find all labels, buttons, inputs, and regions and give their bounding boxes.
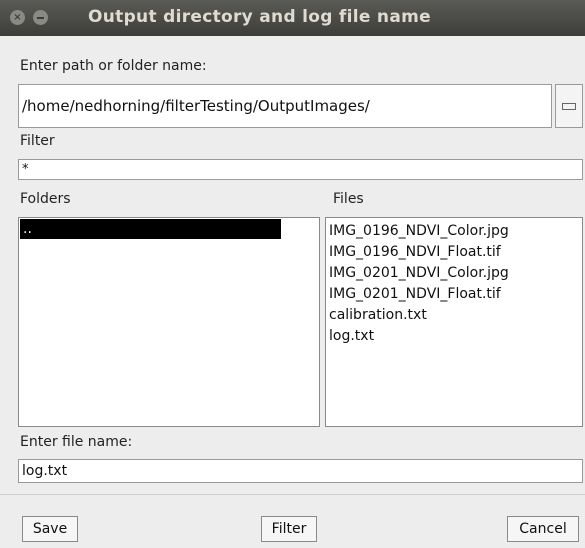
file-item[interactable]: IMG_0196_NDVI_Color.jpg [326, 221, 582, 242]
folders-label: Folders [20, 191, 71, 207]
close-icon[interactable]: × [10, 10, 25, 25]
file-item[interactable]: log.txt [326, 326, 582, 347]
divider [0, 494, 585, 495]
minimize-icon[interactable] [33, 10, 48, 25]
folder-item-parent[interactable]: .. [20, 219, 281, 239]
close-glyph: × [13, 11, 22, 23]
browse-icon [562, 102, 576, 110]
window-title: Output directory and log file name [88, 7, 431, 27]
title-bar: × Output directory and log file name [0, 0, 585, 36]
path-input[interactable]: /home/nedhorning/filterTesting/OutputIma… [18, 84, 552, 128]
filter-label: Filter [20, 133, 55, 149]
filter-button[interactable]: Filter [261, 516, 317, 542]
save-button[interactable]: Save [22, 516, 78, 542]
filter-input[interactable]: * [18, 159, 583, 180]
files-list[interactable]: IMG_0196_NDVI_Color.jpg IMG_0196_NDVI_Fl… [325, 217, 583, 427]
filename-input[interactable]: log.txt [18, 459, 583, 483]
file-item[interactable]: IMG_0201_NDVI_Color.jpg [326, 263, 582, 284]
folders-list[interactable]: .. [18, 217, 320, 427]
file-item[interactable]: IMG_0196_NDVI_Float.tif [326, 242, 582, 263]
filename-label: Enter file name: [20, 434, 133, 450]
files-label: Files [333, 191, 364, 207]
file-item[interactable]: IMG_0201_NDVI_Float.tif [326, 284, 582, 305]
cancel-button[interactable]: Cancel [507, 516, 579, 542]
browse-button[interactable] [555, 84, 583, 128]
path-label: Enter path or folder name: [20, 58, 207, 74]
file-item[interactable]: calibration.txt [326, 305, 582, 326]
